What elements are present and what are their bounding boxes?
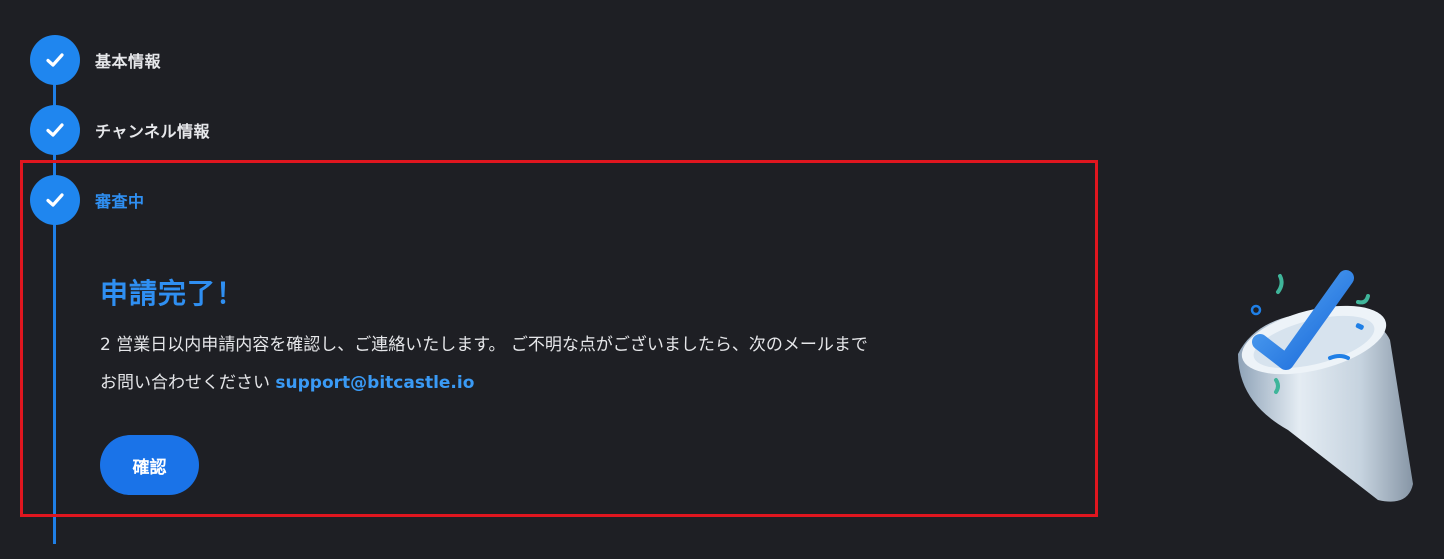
confirm-button[interactable]: 確認 <box>100 435 199 495</box>
step-active-badge <box>30 175 80 225</box>
check-icon <box>46 193 64 207</box>
completion-description: 2 営業日以内申請内容を確認し、ご連絡いたします。 ご不明な点がございましたら、… <box>100 326 1060 402</box>
completion-message: 申請完了！ 2 営業日以内申請内容を確認し、ご連絡いたします。 ご不明な点がござ… <box>100 276 1060 402</box>
description-line-2: お問い合わせください <box>100 373 270 393</box>
completion-title: 申請完了！ <box>100 277 246 310</box>
step-complete-badge <box>30 35 80 85</box>
check-icon <box>46 123 64 137</box>
step-label: 基本情報 <box>95 52 162 71</box>
description-line-1: 2 営業日以内申請内容を確認し、ご連絡いたします。 ご不明な点がございましたら、… <box>100 335 868 355</box>
step-complete-badge <box>30 105 80 155</box>
party-popper-check-illustration <box>1238 270 1413 502</box>
step-basic-info: 基本情報 <box>30 35 161 85</box>
step-channel-info: チャンネル情報 <box>30 105 210 155</box>
registration-status-page: 基本情報 チャンネル情報 審査中 申請完了！ 2 営業日以内申請内容を確認し、ご… <box>0 0 1444 559</box>
step-under-review: 審査中 <box>30 175 145 225</box>
check-icon <box>46 53 64 67</box>
step-label: チャンネル情報 <box>95 122 211 141</box>
step-label: 審査中 <box>95 192 145 211</box>
support-email-link[interactable]: support@bitcastle.io <box>275 373 474 393</box>
